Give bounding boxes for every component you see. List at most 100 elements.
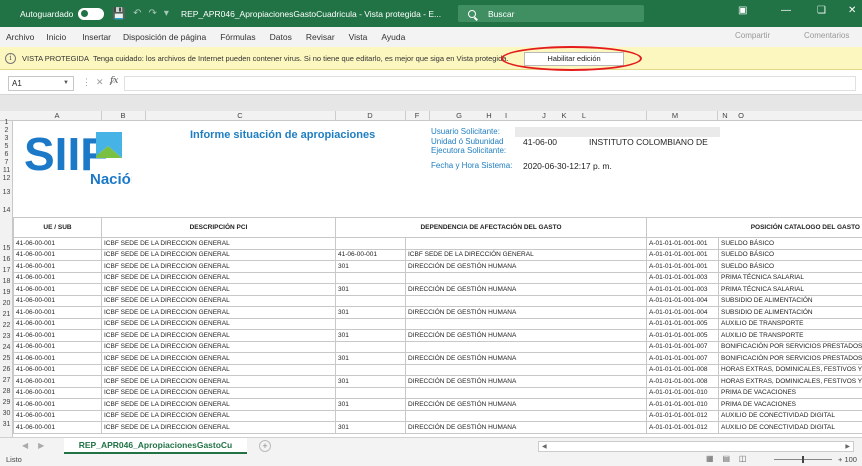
- cell-pci[interactable]: ICBF SEDE DE LA DIRECCION GENERAL: [101, 340, 336, 353]
- cell-ue[interactable]: 41-06-00-001: [13, 398, 102, 411]
- cell-pos-code[interactable]: A-01-01-01-001-010: [646, 398, 719, 411]
- cell-dep-name[interactable]: DIRECCIÓN DE GESTIÓN HUMANA: [405, 260, 647, 273]
- cell-dep-name[interactable]: ICBF SEDE DE LA DIRECCIÓN GENERAL: [405, 248, 647, 261]
- row-header[interactable]: 24: [0, 344, 13, 351]
- tab-archivo[interactable]: Archivo: [6, 32, 34, 42]
- tab-datos[interactable]: Datos: [270, 32, 292, 42]
- search-box[interactable]: Buscar: [458, 5, 644, 22]
- cell-pos-name[interactable]: SUBSIDIO DE ALIMENTACIÓN: [718, 306, 862, 319]
- cell-dep-code[interactable]: 41-06-00-001: [335, 248, 406, 261]
- header-ue-sub[interactable]: UE / SUB: [13, 217, 102, 238]
- row-header[interactable]: 27: [0, 377, 13, 384]
- row-header[interactable]: 30: [0, 410, 13, 417]
- row-header[interactable]: 13: [0, 189, 13, 196]
- col-n[interactable]: N: [717, 111, 733, 120]
- row-header[interactable]: 29: [0, 399, 13, 406]
- tab-ayuda[interactable]: Ayuda: [381, 32, 405, 42]
- cell-dep-name[interactable]: DIRECCIÓN DE GESTIÓN HUMANA: [405, 398, 647, 411]
- cell-pos-name[interactable]: BONIFICACIÓN POR SERVICIOS PRESTADOS: [718, 352, 862, 365]
- row-header[interactable]: 21: [0, 311, 13, 318]
- comments-button[interactable]: Comentarios: [804, 31, 849, 40]
- cell-dep-code[interactable]: [335, 363, 406, 376]
- cell-ue[interactable]: 41-06-00-001: [13, 375, 102, 388]
- cell-dep-name[interactable]: [405, 409, 647, 422]
- col-i[interactable]: I: [500, 111, 512, 120]
- cell-pos-name[interactable]: PRIMA TÉCNICA SALARIAL: [718, 271, 862, 284]
- row-header[interactable]: 14: [0, 207, 13, 214]
- row-header[interactable]: 15: [0, 245, 13, 252]
- cell-pos-code[interactable]: A-01-01-01-001-004: [646, 294, 719, 307]
- zoom-thumb[interactable]: [802, 456, 804, 463]
- row-header[interactable]: 11: [0, 167, 13, 174]
- cell-dep-name[interactable]: [405, 340, 647, 353]
- cell-pos-code[interactable]: A-01-01-01-001-003: [646, 271, 719, 284]
- cell-pci[interactable]: ICBF SEDE DE LA DIRECCION GENERAL: [101, 386, 336, 399]
- cell-ue[interactable]: 41-06-00-001: [13, 317, 102, 330]
- cell-ue[interactable]: 41-06-00-001: [13, 260, 102, 273]
- cell-dep-code[interactable]: [335, 294, 406, 307]
- share-button[interactable]: Compartir: [735, 31, 770, 40]
- cell-pos-code[interactable]: A-01-01-01-001-001: [646, 248, 719, 261]
- cell-pci[interactable]: ICBF SEDE DE LA DIRECCION GENERAL: [101, 283, 336, 296]
- cell-pos-code[interactable]: A-01-01-01-001-007: [646, 352, 719, 365]
- cell-ue[interactable]: 41-06-00-001: [13, 409, 102, 422]
- col-m[interactable]: M: [660, 111, 690, 120]
- cell-pos-name[interactable]: SUELDO BÁSICO: [718, 260, 862, 273]
- cell-dep-code[interactable]: 301: [335, 283, 406, 296]
- cell-pos-code[interactable]: A-01-01-01-001-012: [646, 421, 719, 434]
- row-header[interactable]: 1: [0, 119, 13, 126]
- cell-pci[interactable]: ICBF SEDE DE LA DIRECCION GENERAL: [101, 306, 336, 319]
- cell-pci[interactable]: ICBF SEDE DE LA DIRECCION GENERAL: [101, 237, 336, 250]
- cell-pci[interactable]: ICBF SEDE DE LA DIRECCION GENERAL: [101, 248, 336, 261]
- cell-pci[interactable]: ICBF SEDE DE LA DIRECCION GENERAL: [101, 271, 336, 284]
- cell-pci[interactable]: ICBF SEDE DE LA DIRECCION GENERAL: [101, 352, 336, 365]
- cell-dep-name[interactable]: DIRECCIÓN DE GESTIÓN HUMANA: [405, 283, 647, 296]
- cell-pci[interactable]: ICBF SEDE DE LA DIRECCION GENERAL: [101, 398, 336, 411]
- header-dependencia[interactable]: DEPENDENCIA DE AFECTACIÓN DEL GASTO: [335, 217, 647, 238]
- view-buttons-icon[interactable]: ▦ ▤ ◫: [706, 454, 746, 463]
- cell-pos-code[interactable]: A-01-01-01-001-004: [646, 306, 719, 319]
- save-icon[interactable]: 💾: [112, 7, 126, 20]
- cell-pci[interactable]: ICBF SEDE DE LA DIRECCION GENERAL: [101, 260, 336, 273]
- col-l[interactable]: L: [578, 111, 590, 120]
- tab-vista[interactable]: Vista: [349, 32, 368, 42]
- ribbon-display-icon[interactable]: ▣: [738, 5, 747, 16]
- row-header[interactable]: 2: [0, 127, 13, 134]
- cell-ue[interactable]: 41-06-00-001: [13, 306, 102, 319]
- tab-formulas[interactable]: Fórmulas: [220, 32, 255, 42]
- row-header[interactable]: 20: [0, 300, 13, 307]
- sheet-nav-arrows-icon[interactable]: ◀▶: [22, 441, 54, 450]
- cell-dep-name[interactable]: DIRECCIÓN DE GESTIÓN HUMANA: [405, 421, 647, 434]
- cell-pci[interactable]: ICBF SEDE DE LA DIRECCION GENERAL: [101, 317, 336, 330]
- close-icon[interactable]: ✕: [848, 5, 856, 16]
- cell-ue[interactable]: 41-06-00-001: [13, 237, 102, 250]
- customize-quick-access-icon[interactable]: ▾: [164, 8, 169, 19]
- col-k[interactable]: K: [558, 111, 570, 120]
- scroll-left-icon[interactable]: ◀: [542, 443, 547, 450]
- row-header[interactable]: 22: [0, 322, 13, 329]
- cell-dep-code[interactable]: 301: [335, 375, 406, 388]
- cell-pos-name[interactable]: SUBSIDIO DE ALIMENTACIÓN: [718, 294, 862, 307]
- cell-ue[interactable]: 41-06-00-001: [13, 283, 102, 296]
- zoom-level[interactable]: + 100: [838, 455, 857, 464]
- row-header[interactable]: 23: [0, 333, 13, 340]
- col-d[interactable]: D: [335, 111, 405, 120]
- row-header[interactable]: 26: [0, 366, 13, 373]
- row-header[interactable]: 12: [0, 175, 13, 182]
- row-header[interactable]: 18: [0, 278, 13, 285]
- cell-pos-name[interactable]: AUXILIO DE TRANSPORTE: [718, 317, 862, 330]
- autosave-toggle[interactable]: [78, 7, 105, 20]
- cell-dep-code[interactable]: 301: [335, 352, 406, 365]
- cell-dep-code[interactable]: [335, 386, 406, 399]
- tab-inicio[interactable]: Inicio: [46, 32, 66, 42]
- cell-pci[interactable]: ICBF SEDE DE LA DIRECCION GENERAL: [101, 363, 336, 376]
- cell-pos-code[interactable]: A-01-01-01-001-001: [646, 237, 719, 250]
- name-box[interactable]: A1 ▼: [8, 76, 74, 91]
- row-header[interactable]: 17: [0, 267, 13, 274]
- cell-ue[interactable]: 41-06-00-001: [13, 386, 102, 399]
- cell-dep-code[interactable]: [335, 409, 406, 422]
- cell-dep-code[interactable]: 301: [335, 306, 406, 319]
- cell-ue[interactable]: 41-06-00-001: [13, 248, 102, 261]
- col-h[interactable]: H: [482, 111, 496, 120]
- row-header[interactable]: 19: [0, 289, 13, 296]
